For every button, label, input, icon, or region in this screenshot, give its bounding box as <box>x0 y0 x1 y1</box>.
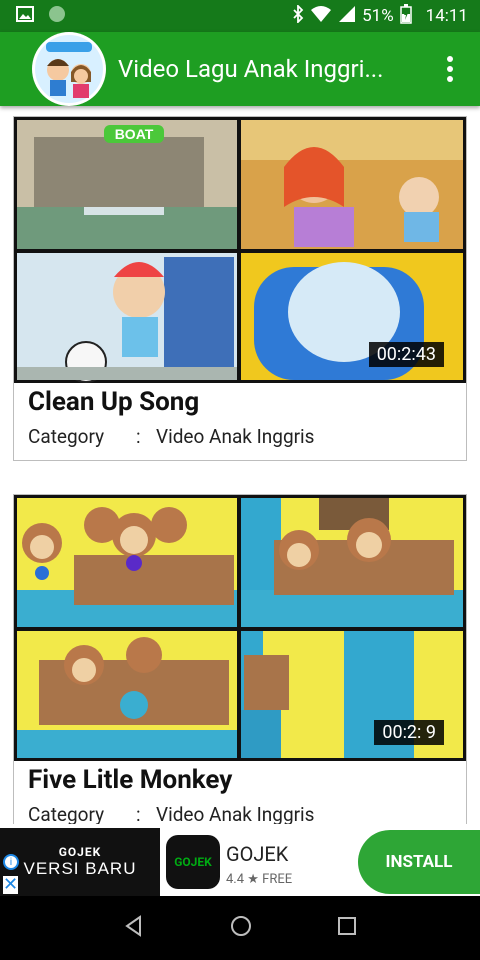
recents-icon[interactable] <box>337 916 357 940</box>
ad-app-icon[interactable]: GOJEK <box>166 835 220 889</box>
category-separator: : <box>136 803 141 824</box>
app-logo <box>32 32 106 106</box>
home-icon[interactable] <box>230 915 252 941</box>
back-icon[interactable] <box>123 915 145 941</box>
video-list[interactable]: BOAT 00:2:43 Clean Up Song Category: Vi… <box>0 106 480 824</box>
video-title[interactable]: Clean Up Song <box>14 383 466 417</box>
clock: 14:11 <box>425 6 468 26</box>
category-separator: : <box>136 425 141 448</box>
ad-app-name: GOJEK <box>226 842 289 866</box>
ad-close-icon[interactable]: ✕ <box>3 876 19 894</box>
category-value: Video Anak Inggris <box>156 425 315 448</box>
app-bar: Video Lagu Anak Inggri... <box>0 32 480 106</box>
ad-image[interactable]: GOJEK VERSI BARU i ✕ <box>0 828 160 896</box>
category-label: Category <box>28 425 105 448</box>
bluetooth-icon <box>292 3 304 28</box>
overflow-dot <box>447 76 453 82</box>
ad-text: GOJEK 4.4 ★ FREE <box>226 828 292 896</box>
video-card[interactable]: BOAT 00:2:43 Clean Up Song Category: Vi… <box>13 116 467 461</box>
video-duration: 00:2: 9 <box>374 720 444 745</box>
ad-banner[interactable]: GOJEK VERSI BARU i ✕ GOJEK GOJEK 4.4 ★ F… <box>0 828 480 896</box>
video-thumbnail[interactable]: 00:2: 9 <box>14 495 466 761</box>
wifi-icon <box>310 5 332 28</box>
video-category-row: Category : Video Anak Inggris <box>14 417 466 460</box>
category-label: Category <box>28 803 105 824</box>
video-thumbnail[interactable]: BOAT 00:2:43 <box>14 117 466 383</box>
battery-percent: 51% <box>362 6 394 26</box>
ad-image-subtitle: VERSI BARU <box>23 859 137 878</box>
gallery-notification-icon <box>16 6 34 26</box>
battery-charging-icon <box>399 3 412 29</box>
ad-rating: 4.4 ★ FREE <box>226 872 293 887</box>
ad-info-icon[interactable]: i <box>3 854 19 870</box>
status-bar: 51% 14:11 <box>0 0 480 32</box>
app-title: Video Lagu Anak Inggri... <box>118 55 384 83</box>
video-card[interactable]: 00:2: 9 Five Litle Monkey Category : Vid… <box>13 494 467 824</box>
video-category-row: Category : Video Anak Inggris <box>14 795 466 824</box>
navigation-bar <box>0 896 480 960</box>
install-button[interactable]: INSTALL <box>358 830 480 894</box>
overflow-dot <box>447 66 453 72</box>
ad-image-brand: GOJEK <box>58 845 102 859</box>
cell-signal-icon <box>338 5 356 28</box>
circle-notification-icon <box>48 5 66 27</box>
thumb-caption: BOAT <box>115 126 154 142</box>
video-duration: 00:2:43 <box>368 342 444 367</box>
category-value: Video Anak Inggris <box>156 803 315 824</box>
overflow-menu-button[interactable] <box>440 54 460 84</box>
overflow-dot <box>447 56 453 62</box>
video-title[interactable]: Five Litle Monkey <box>14 761 466 795</box>
